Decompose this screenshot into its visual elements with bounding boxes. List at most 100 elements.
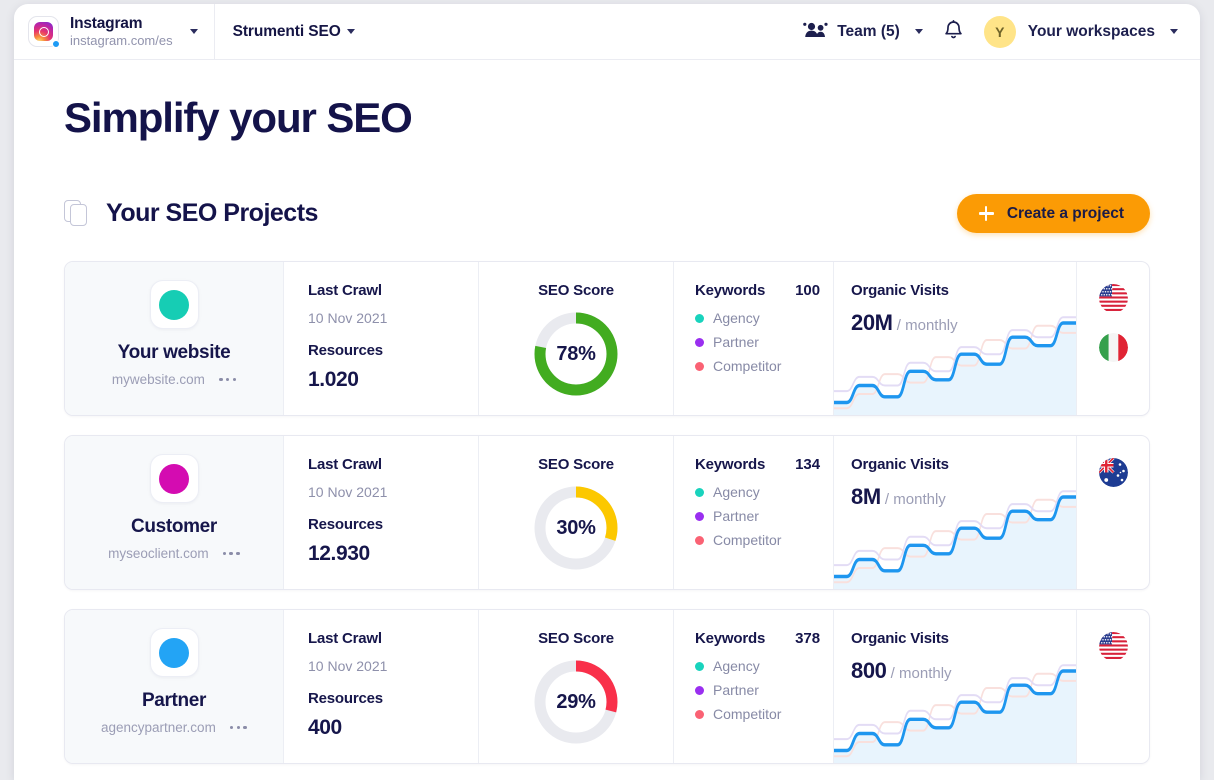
app-window: Instagram instagram.com/es Strumenti SEO (14, 4, 1200, 780)
nav-item-seo-tools[interactable]: Strumenti SEO (215, 4, 373, 60)
project-avatar-tile (150, 628, 199, 677)
keywords-legend: Agency Partner Competitor (695, 484, 833, 548)
project-url: mywebsite.com (112, 372, 205, 387)
seo-score-label: SEO Score (538, 456, 614, 473)
resources-value: 12.930 (308, 542, 478, 566)
resources-label: Resources (308, 690, 478, 707)
project-locales (1076, 436, 1149, 589)
legend-label: Competitor (713, 358, 781, 374)
project-crawl-info: Last Crawl 10 Nov 2021 Resources 12.930 (283, 436, 478, 589)
keyword-legend-item: Agency (695, 310, 833, 326)
seo-score-label: SEO Score (538, 282, 614, 299)
seo-score-donut: 29% (532, 658, 620, 746)
keyword-legend-item: Partner (695, 682, 833, 698)
project-keywords: Keywords 134 AgencyPartnerCompetitor (673, 436, 833, 589)
keyword-legend-item: Competitor (695, 358, 833, 374)
resources-value: 400 (308, 716, 478, 740)
project-name: Customer (131, 516, 217, 538)
legend-color-dot (695, 686, 704, 695)
resources-label: Resources (308, 516, 478, 533)
keyword-legend-item: Agency (695, 658, 833, 674)
keywords-count: 378 (795, 630, 820, 647)
legend-label: Agency (713, 658, 760, 674)
project-keywords: Keywords 100 AgencyPartnerCompetitor (673, 262, 833, 415)
last-crawl-date: 10 Nov 2021 (308, 310, 478, 326)
ellipsis-icon[interactable] (219, 374, 236, 386)
project-card[interactable]: Your website mywebsite.com Last Crawl 10… (64, 261, 1150, 416)
workspaces-menu[interactable]: Your workspaces (1028, 23, 1178, 41)
keyword-legend-item: Competitor (695, 532, 833, 548)
last-crawl-date: 10 Nov 2021 (308, 484, 478, 500)
keywords-count: 100 (795, 282, 820, 299)
seo-score-value: 29% (532, 658, 620, 746)
legend-label: Partner (713, 682, 759, 698)
project-card[interactable]: Partner agencypartner.com Last Crawl 10 … (64, 609, 1150, 764)
last-crawl-label: Last Crawl (308, 282, 478, 299)
workspaces-label: Your workspaces (1028, 23, 1155, 41)
site-url: instagram.com/es (70, 34, 173, 49)
chevron-down-icon[interactable] (190, 29, 198, 34)
legend-color-dot (695, 512, 704, 521)
keywords-label: Keywords (695, 630, 765, 647)
project-url: myseoclient.com (108, 546, 209, 561)
last-crawl-date: 10 Nov 2021 (308, 658, 478, 674)
chevron-down-icon[interactable] (347, 29, 355, 34)
ellipsis-icon[interactable] (223, 548, 240, 560)
legend-color-dot (695, 338, 704, 347)
seo-score-value: 30% (532, 484, 620, 572)
section-header: Your SEO Projects Create a project (64, 194, 1150, 233)
organic-visits-sparkline-chart (834, 655, 1076, 763)
chevron-down-icon[interactable] (915, 29, 923, 34)
create-project-label: Create a project (1007, 205, 1124, 223)
bell-icon[interactable] (945, 20, 962, 44)
keywords-legend: Agency Partner Competitor (695, 310, 833, 374)
seo-score-value: 78% (532, 310, 620, 398)
keyword-legend-item: Competitor (695, 706, 833, 722)
plus-icon (979, 206, 994, 221)
legend-color-dot (695, 536, 704, 545)
au-flag-icon (1099, 458, 1128, 487)
instagram-icon (28, 16, 59, 47)
stacked-pages-icon (64, 200, 90, 228)
project-seo-score: SEO Score 78% (478, 262, 673, 415)
project-color-bubble (159, 290, 189, 320)
ellipsis-icon[interactable] (230, 722, 247, 734)
seo-score-donut: 78% (532, 310, 620, 398)
keyword-legend-item: Partner (695, 334, 833, 350)
top-header: Instagram instagram.com/es Strumenti SEO (14, 4, 1200, 60)
avatar[interactable]: Y (984, 16, 1016, 48)
resources-label: Resources (308, 342, 478, 359)
project-avatar-tile (150, 280, 199, 329)
site-selector[interactable]: Instagram instagram.com/es (14, 4, 215, 60)
project-color-bubble (159, 638, 189, 668)
last-crawl-label: Last Crawl (308, 630, 478, 647)
chevron-down-icon[interactable] (1170, 29, 1178, 34)
legend-label: Agency (713, 484, 760, 500)
legend-label: Competitor (713, 706, 781, 722)
legend-color-dot (695, 710, 704, 719)
legend-label: Partner (713, 334, 759, 350)
nav-item-label: Strumenti SEO (233, 23, 341, 41)
legend-label: Agency (713, 310, 760, 326)
team-menu[interactable]: Team (5) (803, 21, 923, 43)
project-name: Partner (142, 690, 206, 712)
organic-visits-sparkline-chart (834, 481, 1076, 589)
project-seo-score: SEO Score 30% (478, 436, 673, 589)
us-flag-icon (1099, 632, 1128, 661)
legend-label: Partner (713, 508, 759, 524)
status-dot-icon (52, 40, 60, 48)
create-project-button[interactable]: Create a project (957, 194, 1150, 233)
legend-label: Competitor (713, 532, 781, 548)
site-name: Instagram (70, 15, 173, 32)
organic-visits-label: Organic Visits (851, 630, 1076, 647)
project-organic-visits: Organic Visits 800 / monthly (833, 610, 1076, 763)
team-label: Team (5) (837, 23, 900, 41)
organic-visits-sparkline-chart (834, 307, 1076, 415)
project-card[interactable]: Customer myseoclient.com Last Crawl 10 N… (64, 435, 1150, 590)
organic-visits-label: Organic Visits (851, 282, 1076, 299)
project-keywords: Keywords 378 Agency Partner Competitor (673, 610, 833, 763)
legend-color-dot (695, 488, 704, 497)
project-locales (1076, 610, 1149, 763)
keyword-legend-item: Agency (695, 484, 833, 500)
resources-value: 1.020 (308, 368, 478, 392)
